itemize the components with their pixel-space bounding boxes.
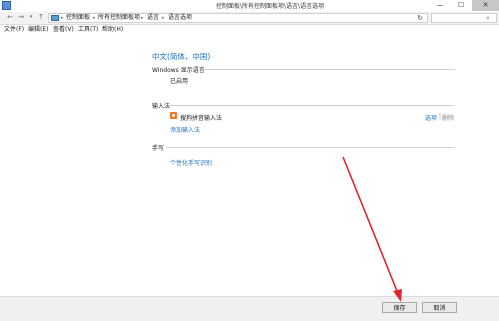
close-button[interactable]: ✕ — [472, 0, 499, 11]
input-method-name: 搜狗拼音输入法 — [180, 115, 223, 122]
display-language-label: Windows 显示语言 — [152, 67, 205, 74]
search-icon[interactable]: ⌕ — [486, 14, 494, 22]
sogou-ime-icon — [170, 112, 177, 119]
breadcrumb-language[interactable]: 语言 — [147, 15, 159, 21]
control-panel-icon — [2, 1, 11, 10]
menu-edit[interactable]: 编辑(E) — [28, 26, 48, 34]
maximize-button[interactable]: ☐ — [451, 0, 471, 11]
breadcrumb-sep-icon: ▸ — [61, 15, 64, 21]
input-method-label: 输入法 — [152, 103, 171, 110]
section-divider — [166, 147, 455, 148]
add-input-method-link[interactable]: 添加输入法 — [170, 125, 200, 134]
ime-options-link[interactable]: 选项 — [425, 113, 437, 122]
section-divider — [202, 69, 455, 70]
menu-help[interactable]: 帮助(H) — [102, 26, 123, 34]
menu-view[interactable]: 查看(V) — [53, 26, 74, 34]
menu-bar — [0, 25, 499, 35]
breadcrumb-sep-icon: ▸ — [93, 15, 96, 21]
forward-arrow-icon[interactable]: → — [17, 13, 25, 22]
breadcrumb-control-panel[interactable]: 控制面板 — [66, 15, 90, 21]
ime-remove-link[interactable]: 删除 — [442, 113, 454, 122]
menu-file[interactable]: 文件(F) — [4, 26, 24, 34]
save-button[interactable]: 保存 — [382, 302, 417, 313]
personalize-handwriting-link[interactable]: 个性化手写识别 — [170, 158, 212, 167]
content-area — [0, 36, 499, 295]
history-dropdown-icon[interactable]: ▾ — [28, 13, 34, 22]
up-arrow-icon[interactable]: ↑ — [37, 13, 45, 22]
cancel-button[interactable]: 取消 — [422, 302, 457, 313]
display-language-status: 已启用 — [170, 78, 189, 85]
handwriting-label: 手写 — [152, 145, 165, 152]
breadcrumb-sep-icon: ▸ — [141, 15, 144, 21]
page-title: 中文(简体，中国) — [152, 52, 211, 61]
refresh-icon[interactable]: ↻ — [415, 13, 425, 23]
back-arrow-icon[interactable]: ← — [6, 13, 14, 22]
minimize-button[interactable]: — — [430, 0, 450, 11]
control-panel-small-icon — [51, 15, 59, 21]
breadcrumb-all-items[interactable]: 所有控制面板项 — [98, 15, 140, 21]
breadcrumb-sep-icon: ▸ — [162, 15, 165, 21]
section-divider — [170, 105, 455, 106]
menu-tools[interactable]: 工具(T) — [78, 26, 98, 34]
breadcrumb-language-options[interactable]: 语言选项 — [168, 15, 192, 21]
window-title: 控制面板\所有控制面板项\语言\语言选项 — [216, 3, 325, 10]
link-separator: | — [439, 113, 442, 120]
